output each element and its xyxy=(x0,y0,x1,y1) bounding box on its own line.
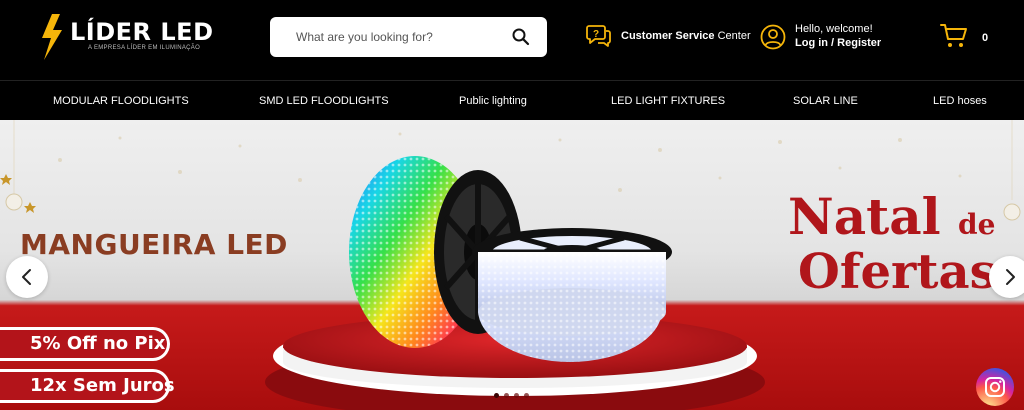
carousel-next-button[interactable] xyxy=(989,256,1024,298)
instagram-button[interactable] xyxy=(976,368,1014,406)
search-icon[interactable] xyxy=(511,27,531,47)
brand-name: LÍDER LED xyxy=(70,18,214,46)
customer-service-label: Customer Service Center xyxy=(621,30,751,42)
carousel-dot[interactable] xyxy=(494,393,499,398)
login-register-link[interactable]: Log in / Register xyxy=(795,37,881,49)
carousel-dots xyxy=(494,393,534,399)
chat-question-icon: ? xyxy=(586,25,611,47)
search-bar xyxy=(270,17,547,57)
brand-tagline: A EMPRESA LÍDER EM ILUMINAÇÃO xyxy=(88,45,201,51)
search-input[interactable] xyxy=(270,17,500,57)
carousel-dot[interactable] xyxy=(504,393,509,398)
promo-pix-badge: 5% Off no Pix xyxy=(0,327,170,361)
nav-item-public-lighting[interactable]: Public lighting xyxy=(459,81,527,121)
user-circle-icon[interactable] xyxy=(760,24,786,50)
banner-ofertas-text: Ofertas xyxy=(798,244,997,300)
chevron-right-icon xyxy=(1006,269,1015,285)
header: LÍDER LED A EMPRESA LÍDER EM ILUMINAÇÃO … xyxy=(0,0,1024,80)
category-nav: MODULAR FLOODLIGHTS SMD LED FLOODLIGHTS … xyxy=(0,80,1024,120)
cart-count: 0 xyxy=(982,32,989,44)
chevron-left-icon xyxy=(22,269,31,285)
logo[interactable]: LÍDER LED A EMPRESA LÍDER EM ILUMINAÇÃO xyxy=(38,14,228,60)
nav-item-solar-line[interactable]: SOLAR LINE xyxy=(793,81,858,121)
instagram-icon xyxy=(985,377,1005,397)
banner-natal-text: Natal de xyxy=(788,187,996,246)
cart-button[interactable]: 0 xyxy=(940,23,1000,51)
nav-item-modular-floodlights[interactable]: MODULAR FLOODLIGHTS xyxy=(53,81,189,121)
banner-headline: MANGUEIRA LED xyxy=(20,228,288,261)
hero-banner[interactable]: MANGUEIRA LED Natal de Ofertas 5% Off no… xyxy=(0,120,1024,410)
promo-installments-badge: 12x Sem Juros xyxy=(0,369,175,403)
svg-text:?: ? xyxy=(593,29,599,40)
lightning-bolt-icon xyxy=(42,14,62,60)
carousel-dot[interactable] xyxy=(514,393,519,398)
nav-item-led-light-fixtures[interactable]: LED LIGHT FIXTURES xyxy=(611,81,725,121)
carousel-dot[interactable] xyxy=(524,393,529,398)
carousel-prev-button[interactable] xyxy=(6,256,48,298)
nav-item-led-hoses[interactable]: LED hoses xyxy=(933,81,987,121)
greeting-text: Hello, welcome! xyxy=(795,23,873,35)
cart-icon xyxy=(940,24,967,47)
nav-item-smd-led-floodlights[interactable]: SMD LED FLOODLIGHTS xyxy=(259,81,389,121)
